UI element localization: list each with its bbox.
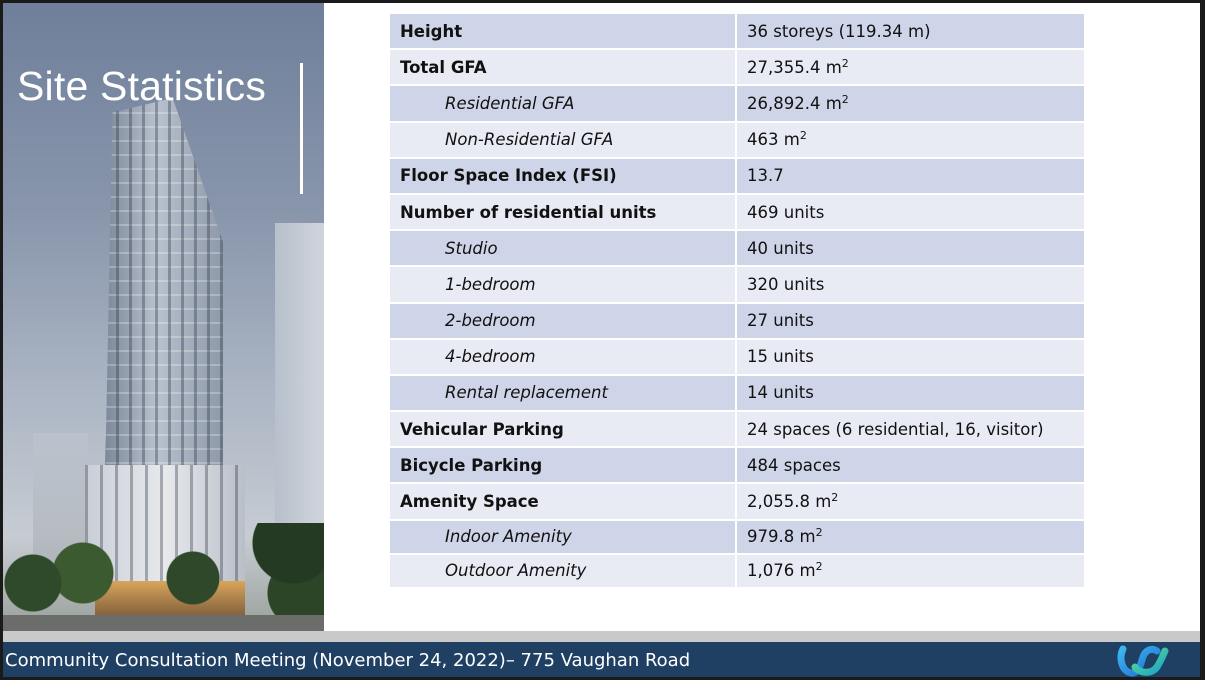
table-row: Outdoor Amenity 1,076 m2 (390, 554, 1084, 589)
row-value-cell: 27,355.4 m2 (737, 50, 1084, 87)
table-row: Vehicular Parking 24 spaces (6 residentia… (390, 412, 1084, 449)
row-value: 469 units (747, 202, 825, 222)
unit-exponent: 2 (831, 491, 839, 505)
row-label: Indoor Amenity (390, 520, 737, 555)
webex-logo-icon (1117, 645, 1169, 677)
row-value-cell: 24 spaces (6 residential, 16, visitor) (737, 412, 1084, 449)
row-value-cell: 979.8 m2 (737, 520, 1084, 555)
table-row: Bicycle Parking 484 spaces (390, 448, 1084, 485)
row-value: 2,055.8 m (747, 492, 832, 512)
row-value-cell: 27 units (737, 303, 1084, 340)
row-label: Height (390, 14, 737, 51)
table-row: Height 36 storeys (119.34 m) (390, 14, 1084, 51)
building-rendering-image: Site Statistics (3, 3, 324, 631)
row-value: 36 storeys (119.34 m) (747, 21, 931, 41)
row-value-cell: 26,892.4 m2 (737, 86, 1084, 123)
table-row: Number of residential units 469 units (390, 194, 1084, 232)
row-value-cell: 469 units (737, 194, 1084, 232)
table-row: Amenity Space 2,055.8 m2 (390, 484, 1084, 521)
table-row: Floor Space Index (FSI) 13.7 (390, 158, 1084, 195)
row-label: Floor Space Index (FSI) (390, 158, 737, 195)
row-value: 14 units (747, 383, 814, 403)
row-value: 24 spaces (6 residential, 16, visitor) (747, 419, 1044, 439)
row-value-cell: 463 m2 (737, 122, 1084, 159)
row-value-cell: 1,076 m2 (737, 554, 1084, 589)
row-value-cell: 320 units (737, 267, 1084, 304)
row-value-cell: 40 units (737, 231, 1084, 268)
row-value: 27 units (747, 311, 814, 331)
table-row: 4-bedroom 15 units (390, 339, 1084, 376)
row-label: Non-Residential GFA (390, 122, 737, 159)
row-label: Amenity Space (390, 484, 737, 521)
row-value: 484 spaces (747, 455, 841, 475)
row-label: Outdoor Amenity (390, 554, 737, 589)
row-value: 27,355.4 m (747, 57, 842, 77)
footer-bar: Community Consultation Meeting (November… (3, 642, 1200, 677)
row-value: 40 units (747, 238, 814, 258)
title-divider (300, 63, 303, 194)
unit-exponent: 2 (841, 56, 849, 70)
unit-exponent: 2 (799, 129, 807, 143)
row-label: Studio (390, 231, 737, 268)
presentation-slide: Site Statistics Height 36 storeys (119.34… (3, 3, 1200, 677)
table-row: 2-bedroom 27 units (390, 303, 1084, 340)
table-row: Studio 40 units (390, 231, 1084, 268)
row-value: 463 m (747, 130, 800, 150)
slide-title: Site Statistics (17, 63, 267, 109)
site-statistics-table-body: Height 36 storeys (119.34 m) Total GFA 27,3… (390, 14, 1084, 589)
unit-exponent: 2 (815, 526, 823, 540)
table-row: Total GFA 27,355.4 m2 (390, 50, 1084, 87)
row-value: 979.8 m (747, 527, 816, 547)
site-statistics-table: Height 36 storeys (119.34 m) Total GFA 27,3… (390, 14, 1084, 589)
row-label: Total GFA (390, 50, 737, 87)
unit-exponent: 2 (815, 560, 823, 574)
row-value-cell: 14 units (737, 375, 1084, 413)
table-row: Indoor Amenity 979.8 m2 (390, 520, 1084, 555)
row-label: Number of residential units (390, 194, 737, 232)
row-label: Vehicular Parking (390, 412, 737, 449)
row-label: Bicycle Parking (390, 448, 737, 485)
row-label: Residential GFA (390, 86, 737, 123)
street-illustration (3, 615, 324, 631)
row-value: 320 units (747, 274, 825, 294)
footer-text: Community Consultation Meeting (November… (5, 650, 691, 671)
row-label: Rental replacement (390, 375, 737, 413)
table-row: Rental replacement 14 units (390, 375, 1084, 413)
row-value-cell: 13.7 (737, 158, 1084, 195)
row-value: 1,076 m (747, 561, 816, 581)
table-row: Non-Residential GFA 463 m2 (390, 122, 1084, 159)
row-value-cell: 2,055.8 m2 (737, 484, 1084, 521)
row-value: 13.7 (747, 166, 784, 186)
table-row: Residential GFA 26,892.4 m2 (390, 86, 1084, 123)
unit-exponent: 2 (841, 92, 849, 106)
row-value: 15 units (747, 347, 814, 367)
row-value-cell: 36 storeys (119.34 m) (737, 14, 1084, 51)
footer-separator (3, 631, 1200, 642)
row-value-cell: 484 spaces (737, 448, 1084, 485)
row-value: 26,892.4 m (747, 93, 842, 113)
row-label: 2-bedroom (390, 303, 737, 340)
row-label: 1-bedroom (390, 267, 737, 304)
row-value-cell: 15 units (737, 339, 1084, 376)
row-label: 4-bedroom (390, 339, 737, 376)
table-row: 1-bedroom 320 units (390, 267, 1084, 304)
